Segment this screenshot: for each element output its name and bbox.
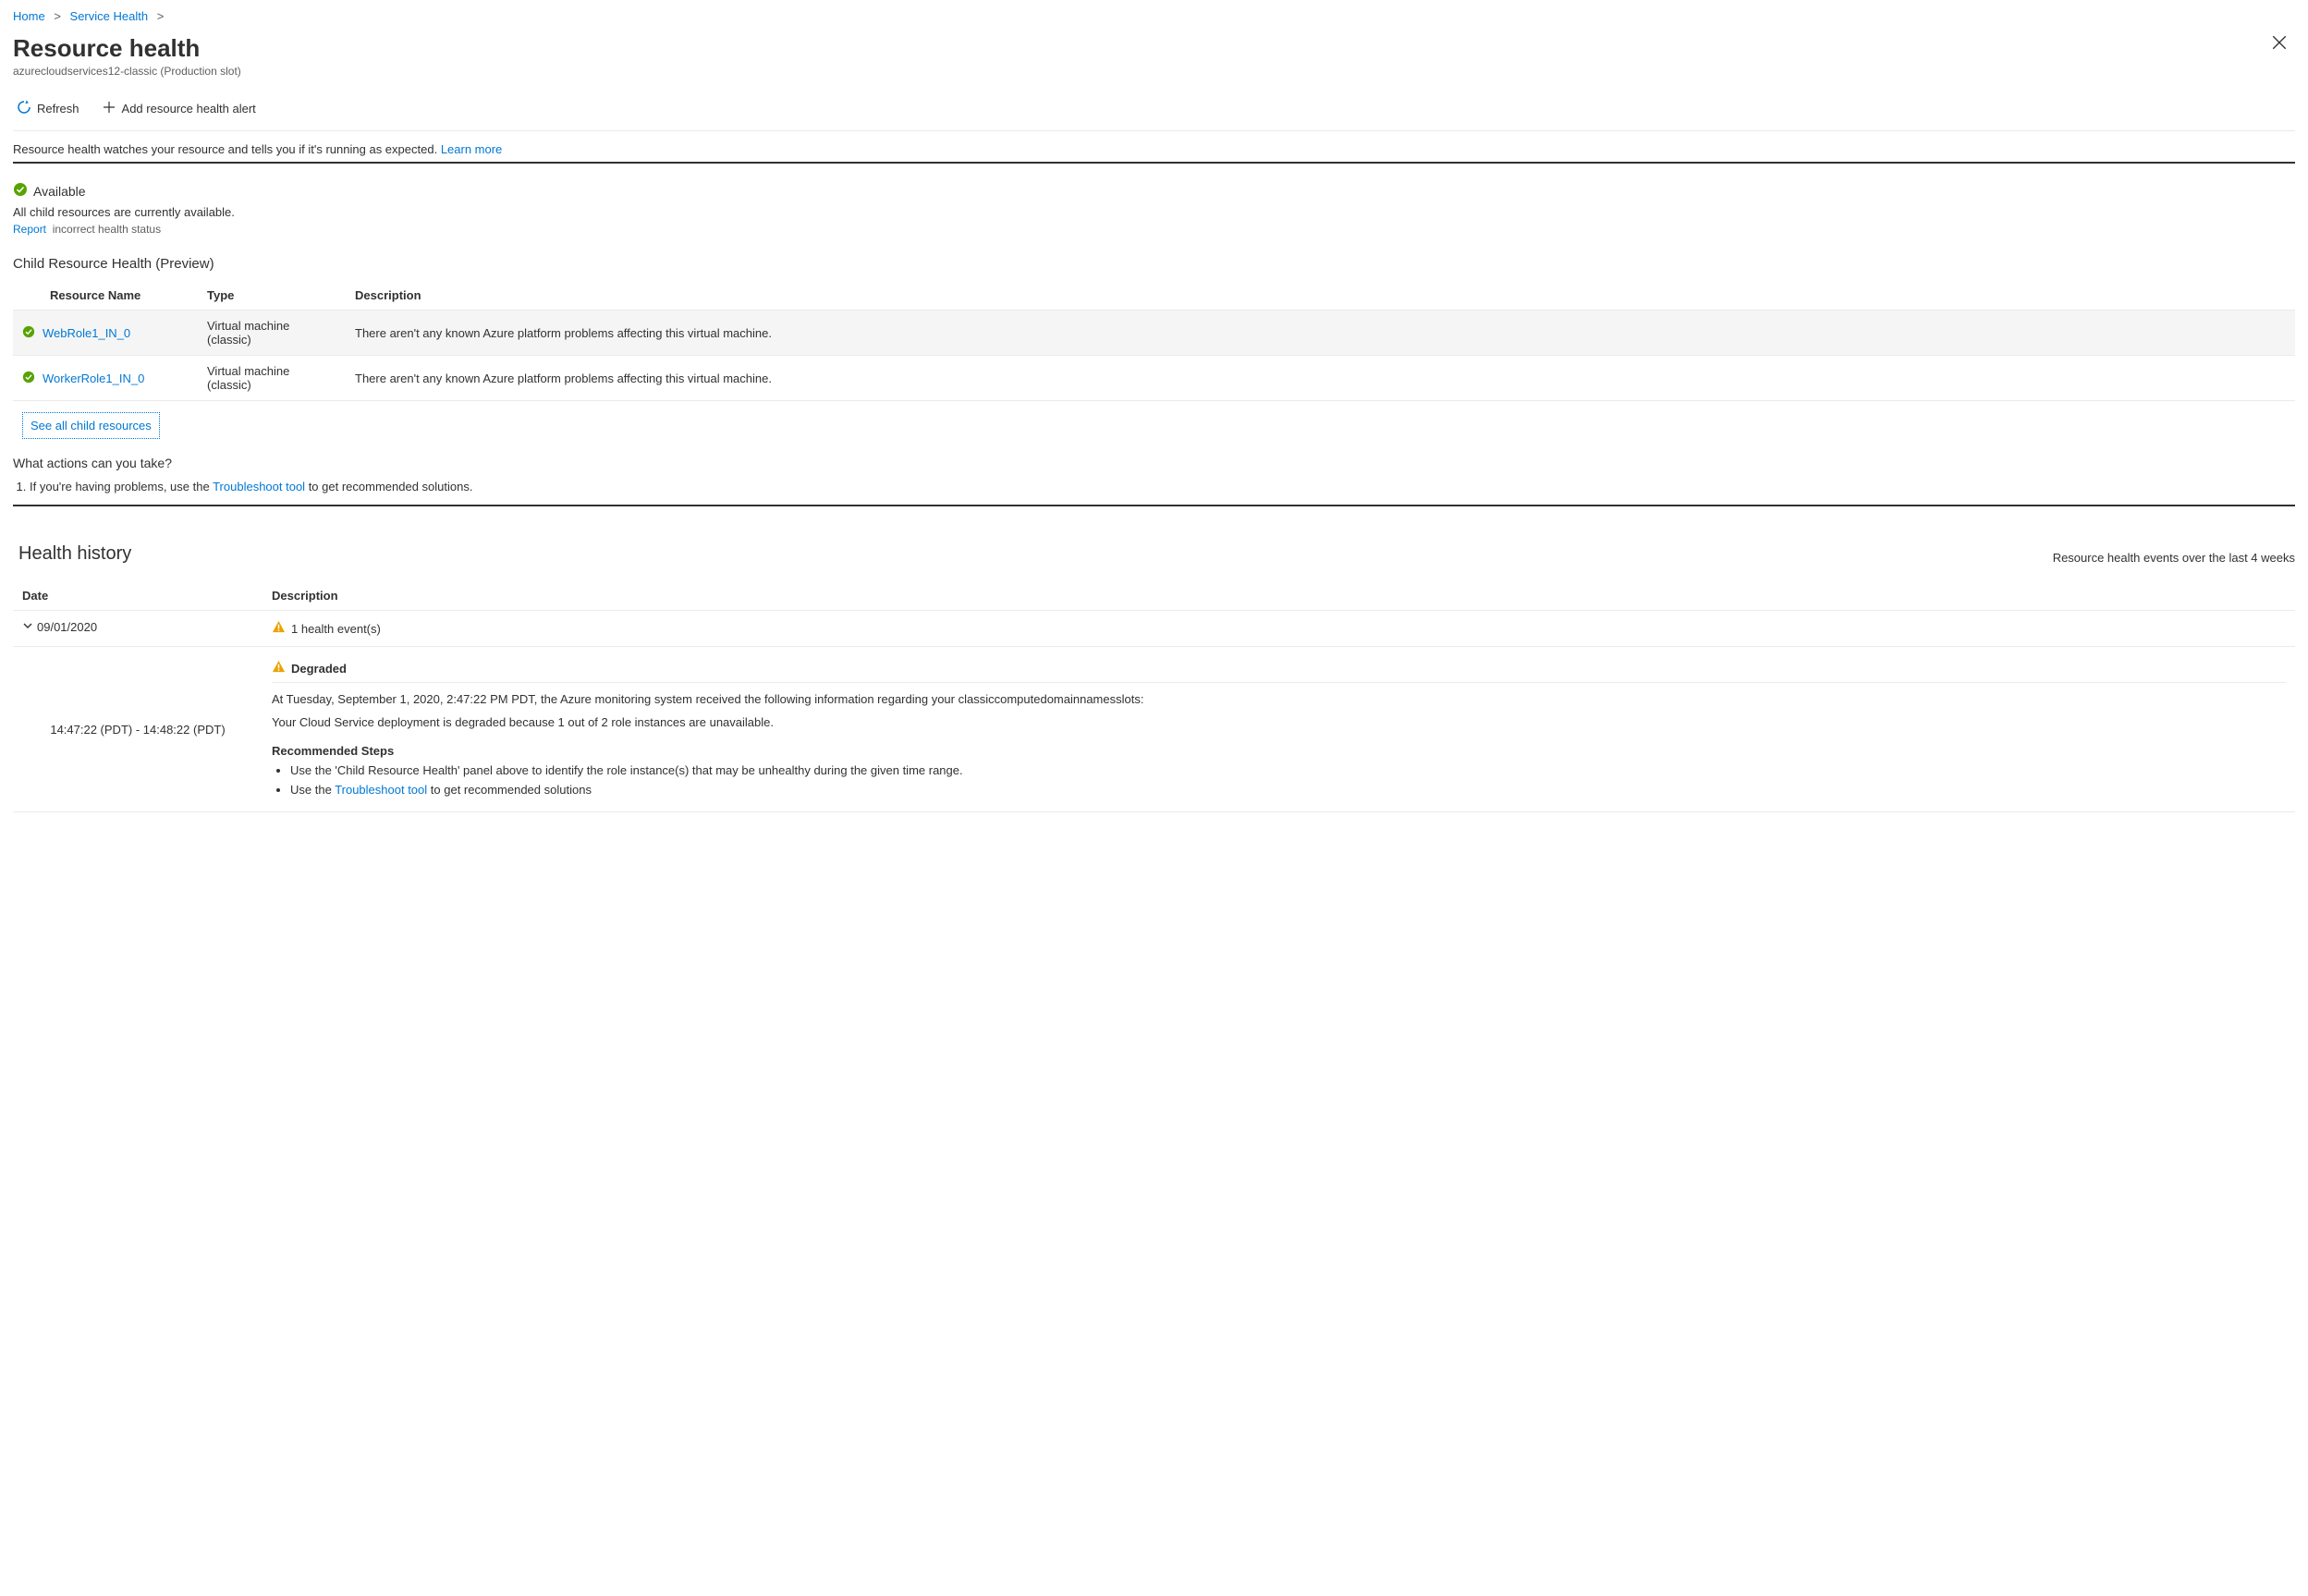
page-subtitle: azurecloudservices12-classic (Production… <box>13 65 241 78</box>
breadcrumb-home[interactable]: Home <box>13 9 45 23</box>
col-date: Date <box>13 581 263 611</box>
check-circle-icon <box>22 325 35 341</box>
chevron-down-icon <box>22 620 33 634</box>
action-suffix: to get recommended solutions. <box>305 480 472 493</box>
resource-type: Virtual machine (classic) <box>198 311 346 356</box>
warning-icon <box>272 660 286 676</box>
resource-link[interactable]: WorkerRole1_IN_0 <box>43 372 144 385</box>
actions-section: What actions can you take? If you're hav… <box>13 456 2295 506</box>
breadcrumb-service-health[interactable]: Service Health <box>70 9 149 23</box>
expand-date-toggle[interactable]: 09/01/2020 <box>22 620 97 634</box>
plus-icon <box>102 100 116 117</box>
learn-more-link[interactable]: Learn more <box>441 142 502 156</box>
child-health-table: Resource Name Type Description WebRole1_… <box>13 281 2295 401</box>
col-description: Description <box>346 281 2295 311</box>
col-type: Type <box>198 281 346 311</box>
check-circle-icon <box>22 371 35 386</box>
refresh-label: Refresh <box>37 102 79 116</box>
page-title: Resource health <box>13 34 241 63</box>
breadcrumb: Home > Service Health > <box>13 9 2295 23</box>
status-block: Available All child resources are curren… <box>13 182 2295 443</box>
history-table: Date Description 09/01/2020 1 health eve… <box>13 581 2295 812</box>
event-line2: Your Cloud Service deployment is degrade… <box>272 715 2286 729</box>
intro-text: Resource health watches your resource an… <box>13 142 437 156</box>
add-alert-button[interactable]: Add resource health alert <box>98 96 260 121</box>
history-heading: Health history <box>18 543 131 565</box>
history-event-row: 14:47:22 (PDT) - 14:48:22 (PDT) Degraded… <box>13 647 2295 812</box>
step2-prefix: Use the <box>290 783 335 797</box>
col-resource-name: Resource Name <box>13 281 198 311</box>
chevron-right-icon: > <box>152 9 170 23</box>
table-row[interactable]: WebRole1_IN_0 Virtual machine (classic) … <box>13 311 2295 356</box>
troubleshoot-tool-link[interactable]: Troubleshoot tool <box>213 480 305 493</box>
step-item: Use the 'Child Resource Health' panel ab… <box>290 763 2286 777</box>
history-summary-row[interactable]: 09/01/2020 1 health event(s) <box>13 611 2295 647</box>
chevron-right-icon: > <box>48 9 67 23</box>
status-sub: All child resources are currently availa… <box>13 205 2295 219</box>
add-alert-label: Add resource health alert <box>122 102 256 116</box>
report-link[interactable]: Report <box>13 223 46 236</box>
event-time-range: 14:47:22 (PDT) - 14:48:22 (PDT) <box>50 723 225 737</box>
report-suffix: incorrect health status <box>53 223 161 236</box>
refresh-button[interactable]: Refresh <box>13 96 83 121</box>
intro-section: Resource health watches your resource an… <box>13 131 2295 164</box>
event-line1: At Tuesday, September 1, 2020, 2:47:22 P… <box>272 692 2286 706</box>
toolbar: Refresh Add resource health alert <box>13 91 2295 131</box>
step2-suffix: to get recommended solutions <box>427 783 592 797</box>
close-icon[interactable] <box>2264 30 2295 60</box>
action-item: If you're having problems, use the Troub… <box>30 480 2295 493</box>
health-history-section: Health history Resource health events ov… <box>13 543 2295 812</box>
see-all-child-resources-button[interactable]: See all child resources <box>22 412 160 439</box>
step-item: Use the Troubleshoot tool to get recomme… <box>290 783 2286 797</box>
history-summary: 1 health event(s) <box>291 622 381 636</box>
table-row[interactable]: WorkerRole1_IN_0 Virtual machine (classi… <box>13 356 2295 401</box>
resource-link[interactable]: WebRole1_IN_0 <box>43 326 130 340</box>
troubleshoot-tool-link[interactable]: Troubleshoot tool <box>335 783 427 797</box>
resource-desc: There aren't any known Azure platform pr… <box>346 311 2295 356</box>
warning-icon <box>272 620 286 637</box>
refresh-icon <box>17 100 31 117</box>
status-label: Available <box>33 184 86 199</box>
child-health-heading: Child Resource Health (Preview) <box>13 256 2295 272</box>
event-title: Degraded <box>291 662 347 676</box>
recommended-steps-heading: Recommended Steps <box>272 744 2286 758</box>
resource-desc: There aren't any known Azure platform pr… <box>346 356 2295 401</box>
action-prefix: If you're having problems, use the <box>30 480 213 493</box>
resource-type: Virtual machine (classic) <box>198 356 346 401</box>
check-circle-icon <box>13 182 28 200</box>
actions-heading: What actions can you take? <box>13 456 2295 470</box>
history-sub: Resource health events over the last 4 w… <box>2053 551 2295 565</box>
history-date: 09/01/2020 <box>37 620 97 634</box>
col-description: Description <box>263 581 2295 611</box>
